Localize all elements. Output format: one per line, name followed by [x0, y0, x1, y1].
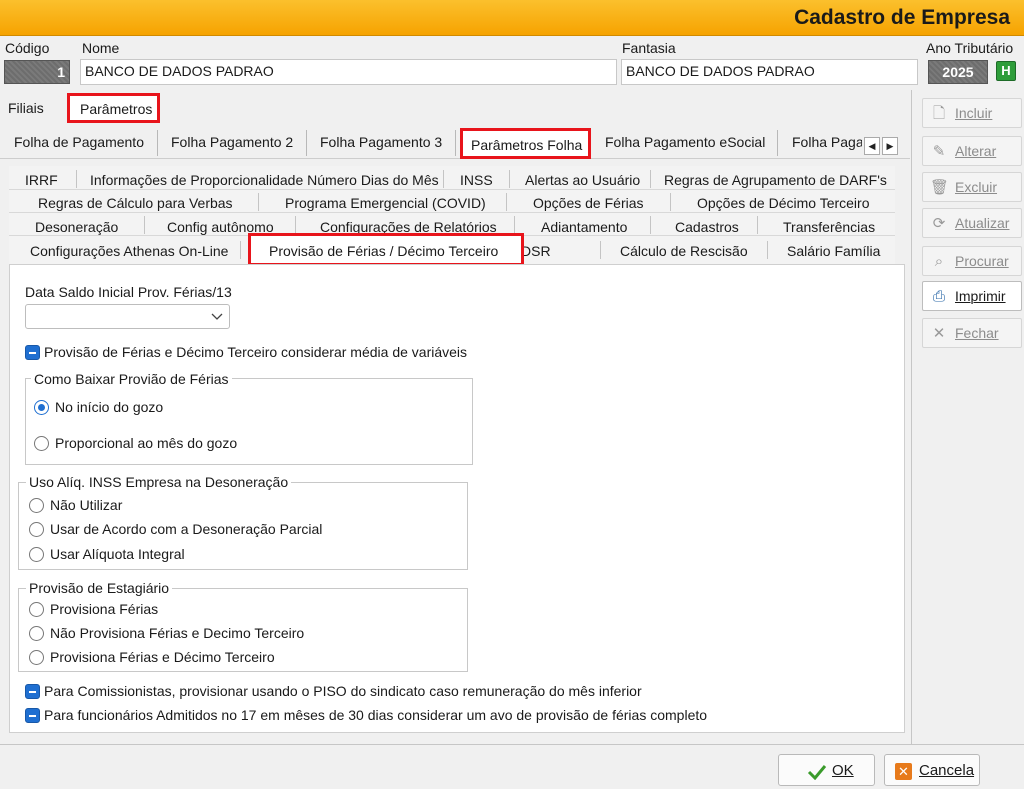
tab-configuracoes-athenas[interactable]: Configurações Athenas On-Line — [30, 243, 228, 259]
radio-aliquota-integral[interactable] — [29, 547, 44, 562]
tab-parametros-label: Parâmetros — [80, 101, 153, 117]
tab-scroll-left-icon[interactable]: ◀ — [864, 137, 880, 155]
document-icon: 🗋 — [932, 105, 946, 122]
tab-adiantamento[interactable]: Adiantamento — [541, 219, 627, 235]
tab-dsr[interactable]: DSR — [521, 243, 551, 259]
tab-calculo-rescisao[interactable]: Cálculo de Rescisão — [620, 243, 748, 259]
radio-nao-utilizar[interactable] — [29, 498, 44, 513]
binoculars-icon: ⌕ — [934, 253, 944, 270]
tab-parametros-folha[interactable]: Parâmetros Folha — [460, 128, 591, 159]
radio-proporcional-gozo-label: Proporcional ao mês do gozo — [55, 435, 238, 451]
radio-aliquota-integral-label: Usar Alíquota Integral — [50, 546, 185, 562]
tab-desoneracao[interactable]: Desoneração — [35, 219, 118, 235]
tab-filiais[interactable]: Filiais — [8, 100, 44, 116]
atualizar-label: Atualizar — [955, 215, 1010, 231]
ano-tributario-field[interactable]: 2025 — [928, 60, 988, 84]
data-saldo-select[interactable] — [25, 304, 230, 329]
fantasia-field[interactable]: BANCO DE DADOS PADRAO — [621, 59, 918, 85]
refresh-icon: ⟳ — [932, 215, 946, 232]
codigo-field[interactable]: 1 — [4, 60, 70, 84]
ano-help-button[interactable]: H — [996, 61, 1016, 81]
checkbox-comissionistas-label: Para Comissionistas, provisionar usando … — [44, 683, 642, 699]
checkbox-media-variaveis[interactable] — [25, 345, 40, 360]
radio-provisiona-ferias[interactable] — [29, 602, 44, 617]
group-como-baixar-title: Como Baixar Provião de Férias — [31, 371, 232, 387]
radio-inicio-gozo[interactable] — [34, 400, 49, 415]
group-provisao-estagiario-title: Provisão de Estagiário — [26, 580, 173, 596]
tab-regras-agrupamento-darf[interactable]: Regras de Agrupamento de DARF's — [664, 172, 887, 188]
radio-desoneracao-parcial-label: Usar de Acordo com a Desoneração Parcial — [50, 521, 323, 537]
nome-label: Nome — [82, 40, 120, 56]
tab-folha-pagamento-esocial[interactable]: Folha Pagamento eSocial — [605, 134, 765, 150]
tab-folha-pagamento-2[interactable]: Folha Pagamento 2 — [171, 134, 293, 150]
tab-folha-pagamento-3[interactable]: Folha Pagamento 3 — [320, 134, 442, 150]
tab-programa-emergencial[interactable]: Programa Emergencial (COVID) — [285, 195, 486, 211]
checkbox-media-variaveis-label: Provisão de Férias e Décimo Terceiro con… — [44, 344, 468, 360]
incluir-label: Incluir — [955, 105, 993, 121]
excluir-label: Excluir — [955, 179, 998, 195]
tab-provisao-label: Provisão de Férias / Décimo Terceiro — [269, 243, 499, 259]
tab-folha-paga[interactable]: Folha Paga — [792, 134, 862, 150]
window-title: Cadastro de Empresa — [794, 6, 1010, 29]
radio-provisiona-ferias-decimo-label: Provisiona Férias e Décimo Terceiro — [50, 649, 275, 665]
tab-scroll-right-icon[interactable]: ▶ — [882, 137, 898, 155]
fantasia-label: Fantasia — [622, 40, 676, 56]
ano-tributario-label: Ano Tributário — [926, 40, 1014, 56]
fechar-button[interactable]: ✕ Fechar — [922, 318, 1022, 348]
tab-transferencias[interactable]: Transferências — [783, 219, 875, 235]
procurar-label: Procurar — [955, 253, 1009, 269]
tab-cadastros[interactable]: Cadastros — [675, 219, 739, 235]
fechar-label: Fechar — [955, 325, 999, 341]
nome-field[interactable]: BANCO DE DADOS PADRAO — [80, 59, 617, 85]
group-uso-aliq-inss-title: Uso Alíq. INSS Empresa na Desoneração — [26, 474, 292, 490]
imprimir-label: Imprimir — [955, 288, 1006, 304]
close-icon: ✕ — [932, 325, 946, 342]
check-icon — [807, 765, 827, 780]
procurar-button[interactable]: ⌕ Procurar — [922, 246, 1022, 276]
radio-provisiona-ferias-label: Provisiona Férias — [50, 601, 159, 617]
radio-provisiona-ferias-decimo[interactable] — [29, 650, 44, 665]
tab-regras-calculo-verbas[interactable]: Regras de Cálculo para Verbas — [38, 195, 233, 211]
tab-folha-de-pagamento[interactable]: Folha de Pagamento — [14, 134, 144, 150]
radio-nao-utilizar-label: Não Utilizar — [50, 497, 123, 513]
tab-parametros[interactable]: Parâmetros — [67, 93, 160, 123]
printer-icon: ⎙ — [932, 288, 945, 305]
radio-nao-provisiona[interactable] — [29, 626, 44, 641]
edit-icon: ✎ — [932, 143, 946, 160]
tab-salario-familia[interactable]: Salário Família — [787, 243, 880, 259]
codigo-label: Código — [5, 40, 50, 56]
tab-parametros-folha-label: Parâmetros Folha — [471, 137, 583, 153]
group-como-baixar — [25, 378, 473, 465]
checkbox-admitidos-17[interactable] — [25, 708, 40, 723]
radio-proporcional-gozo[interactable] — [34, 436, 49, 451]
ok-button[interactable]: OK — [778, 754, 875, 786]
radio-nao-provisiona-label: Não Provisiona Férias e Decimo Terceiro — [50, 625, 305, 641]
ok-label: OK — [832, 762, 854, 779]
tab-inss[interactable]: INSS — [460, 172, 493, 188]
cancela-button[interactable]: ✕ Cancela — [884, 754, 980, 786]
title-bar: Cadastro de Empresa — [0, 0, 1024, 36]
alterar-label: Alterar — [955, 143, 997, 159]
incluir-button[interactable]: 🗋 Incluir — [922, 98, 1022, 128]
excluir-button[interactable]: 🗑 Excluir — [922, 172, 1022, 202]
imprimir-button[interactable]: ⎙ Imprimir — [922, 281, 1022, 311]
tab-opcoes-decimo-terceiro[interactable]: Opções de Décimo Terceiro — [697, 195, 869, 211]
atualizar-button[interactable]: ⟳ Atualizar — [922, 208, 1022, 238]
radio-inicio-gozo-label: No início do gozo — [55, 399, 164, 415]
checkbox-admitidos-17-label: Para funcionários Admitidos no 17 em mês… — [44, 707, 708, 723]
cancela-label: Cancela — [919, 762, 975, 779]
tab-proporcionalidade[interactable]: Informações de Proporcionalidade Número … — [90, 172, 439, 188]
radio-desoneracao-parcial[interactable] — [29, 522, 44, 537]
cancel-icon: ✕ — [895, 763, 912, 780]
tab-irrf[interactable]: IRRF — [25, 172, 58, 188]
alterar-button[interactable]: ✎ Alterar — [922, 136, 1022, 166]
checkbox-comissionistas[interactable] — [25, 684, 40, 699]
tab-opcoes-ferias[interactable]: Opções de Férias — [533, 195, 644, 211]
data-saldo-label: Data Saldo Inicial Prov. Férias/13 — [25, 284, 232, 300]
tab-alertas-usuario[interactable]: Alertas ao Usuário — [525, 172, 640, 188]
tab-provisao-ferias-decimo[interactable]: Provisão de Férias / Décimo Terceiro — [248, 233, 524, 266]
footer-divider — [0, 744, 1024, 745]
chevron-down-icon — [211, 313, 223, 320]
trash-icon: 🗑 — [930, 179, 950, 196]
